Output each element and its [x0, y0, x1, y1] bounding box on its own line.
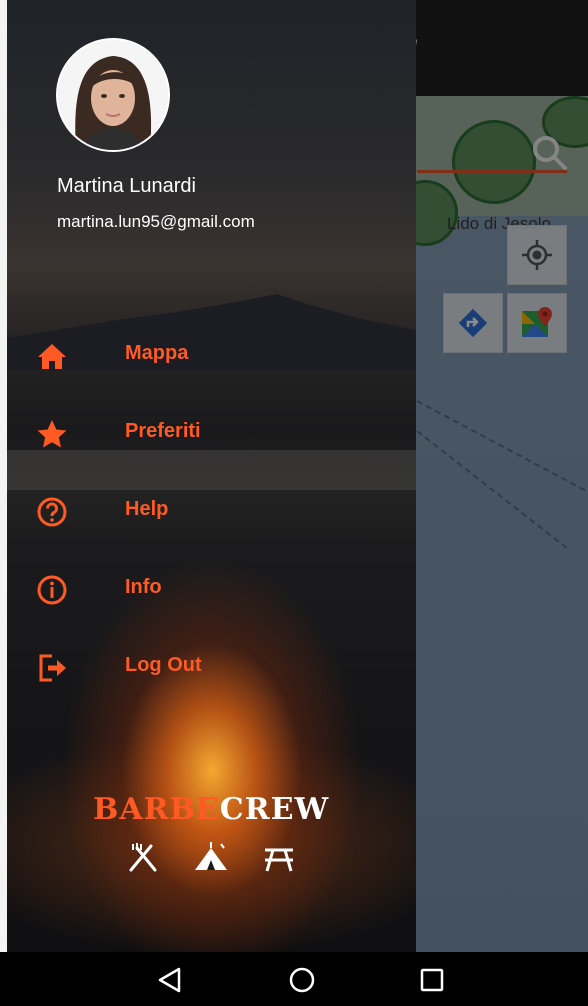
user-name: Martina Lunardi [57, 175, 196, 197]
menu-label: Mappa [125, 342, 189, 364]
logout-icon [35, 651, 69, 685]
navigation-drawer: Martina Lunardi martina.lun95@gmail.com … [7, 0, 416, 952]
home-circle-icon [289, 967, 315, 993]
info-circle-icon [35, 573, 69, 607]
menu-item-help[interactable]: Help [7, 482, 416, 538]
menu-label: Help [125, 498, 169, 520]
avatar[interactable] [56, 38, 170, 152]
menu-item-info[interactable]: Info [7, 560, 416, 616]
screen: / Lido di Jesolo [0, 0, 588, 1006]
brand-part-crew: CREW [219, 792, 330, 827]
star-icon [35, 417, 69, 451]
recents-square-icon [420, 968, 444, 992]
brand-logo: BARBECREW [93, 792, 329, 827]
frame-edge [0, 0, 7, 1006]
back-icon [158, 967, 181, 993]
home-button[interactable] [280, 960, 324, 1000]
menu-label: Preferiti [125, 420, 201, 442]
back-button[interactable] [148, 960, 192, 1000]
menu-item-log-out[interactable]: Log Out [7, 638, 416, 694]
tent-icon [191, 838, 231, 878]
recents-button[interactable] [410, 960, 454, 1000]
menu-label: Log Out [125, 654, 202, 676]
user-email: martina.lun95@gmail.com [57, 212, 255, 231]
brand-part-barbe: BARBE [93, 792, 220, 827]
home-icon [35, 339, 69, 373]
help-circle-icon [35, 495, 69, 529]
menu-item-preferiti[interactable]: Preferiti [7, 404, 416, 460]
menu-label: Info [125, 576, 162, 598]
picnic-table-icon [259, 838, 299, 878]
system-navigation-bar [0, 952, 588, 1006]
menu-item-mappa[interactable]: Mappa [7, 326, 416, 382]
grill-tools-icon [123, 838, 163, 878]
